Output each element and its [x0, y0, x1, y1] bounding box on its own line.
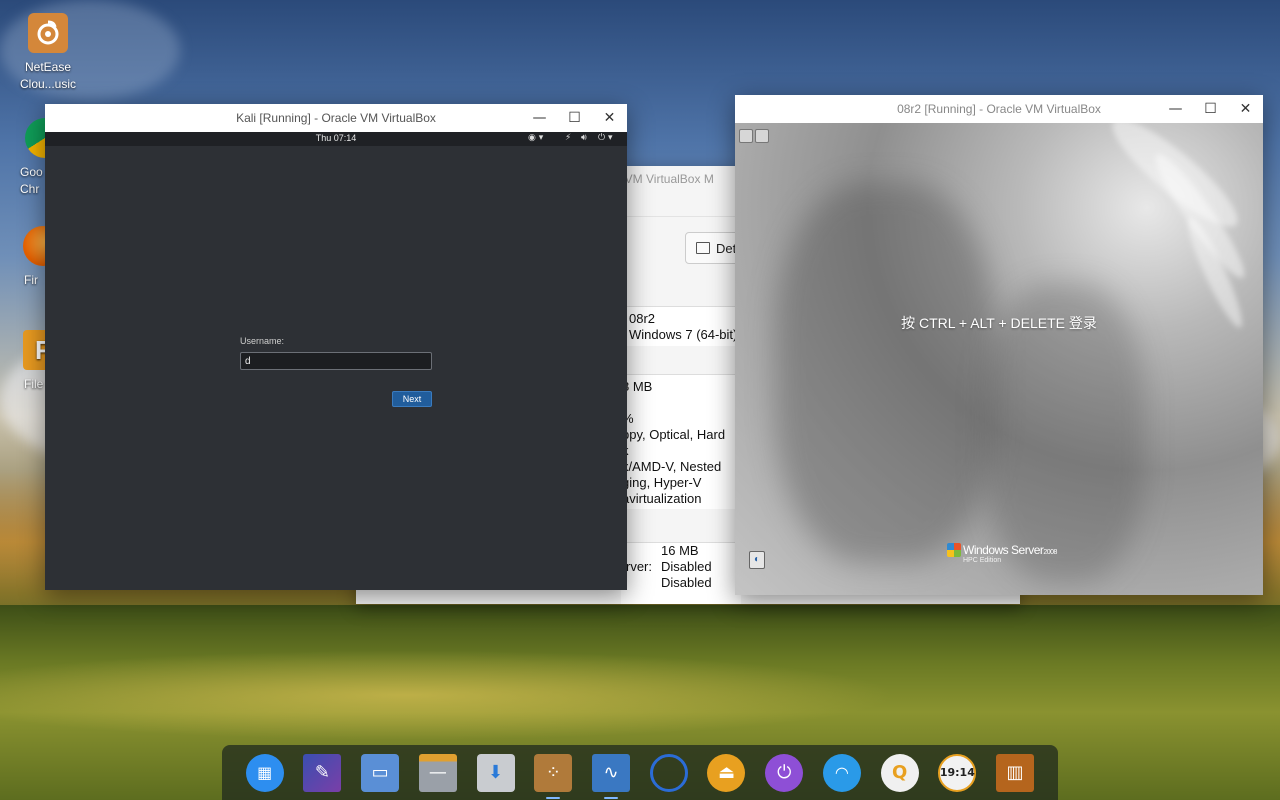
details-icon — [696, 242, 710, 254]
logo-product: Windows Server — [963, 543, 1044, 557]
logo-name: Windows Server2008 — [963, 543, 1057, 557]
logo-edition: HPC Edition — [963, 557, 1002, 564]
vm-os: Windows 7 (64-bit) — [629, 327, 738, 342]
kali-window-controls: — ☐ ✕ — [522, 104, 627, 132]
virtualbox-icon: ⁘ — [534, 753, 573, 792]
dock-clock[interactable]: 19:14 — [936, 752, 978, 794]
app-store-icon: ⬇ — [476, 753, 515, 792]
vm-name: 08r2 — [629, 311, 656, 326]
dock-screenshot[interactable]: ✎ — [301, 752, 343, 794]
win08-vm-screen[interactable]: 按 CTRL + ALT + DELETE 登录 Windows Server2… — [735, 123, 1263, 595]
dock-app-store[interactable]: ⬇ — [475, 752, 517, 794]
dock-disk-eject[interactable]: ⏏ — [705, 752, 747, 794]
kali-vm-screen[interactable]: Thu 07:14 ◉ ▾ ⚡ 🔊︎ ⏻ ▾ Username: Next — [45, 132, 627, 590]
qq-icon: Q — [880, 753, 919, 792]
wifi-icon: ◠ — [822, 753, 861, 792]
win08-titlebar[interactable]: 08r2 [Running] - Oracle VM VirtualBox — … — [735, 95, 1263, 123]
running-indicator — [546, 796, 561, 799]
clock-icon: 19:14 — [938, 753, 977, 792]
screenshot-icon: ✎ — [303, 753, 342, 792]
details-button-label: Det — [716, 240, 737, 256]
dock-launcher[interactable]: ▦ — [244, 752, 286, 794]
username-label: Username: — [240, 336, 285, 346]
dock-virtualbox[interactable]: ⁘ — [532, 752, 574, 799]
dock-file-manager[interactable]: — — [417, 752, 459, 794]
wallpaper-wave — [775, 183, 995, 563]
next-button[interactable]: Next — [392, 391, 432, 407]
system-accel-3: avirtualization — [622, 491, 702, 506]
maximize-icon[interactable]: ☐ — [1193, 95, 1228, 123]
power-icon: ⏻ — [765, 753, 804, 792]
multitasking-icon: ▭ — [361, 753, 400, 792]
dock: ▦ ✎ ▭ — ⬇ ⁘ ∿ ⏏ ⏻ ◠ Q 19:14 ▥ — [222, 745, 1058, 800]
kali-top-bar: Thu 07:14 ◉ ▾ ⚡ 🔊︎ ⏻ ▾ — [45, 132, 627, 146]
display-video-memory: 16 MB — [661, 543, 699, 558]
network-icon[interactable]: ⚡ — [565, 133, 571, 143]
power-icon[interactable]: ⏻ ▾ — [598, 133, 613, 143]
minimize-icon[interactable]: — — [522, 104, 557, 132]
minimize-icon[interactable]: — — [1158, 95, 1193, 123]
windows-flag-icon — [947, 543, 961, 557]
display-value-2: Disabled — [661, 559, 712, 574]
accessibility-icon[interactable]: ◉ ▾ — [528, 133, 543, 143]
launcher-icon: ▦ — [245, 753, 284, 792]
kali-window-title: Kali [Running] - Oracle VM VirtualBox — [236, 111, 436, 125]
vm-toolbar-button[interactable] — [739, 129, 753, 143]
netease-music-icon — [28, 13, 68, 53]
dock-qq[interactable]: Q — [879, 752, 921, 794]
close-icon[interactable]: ✕ — [592, 104, 627, 132]
dock-multitasking[interactable]: ▭ — [359, 752, 401, 794]
trash-icon: ▥ — [996, 753, 1035, 792]
system-accel-2: ging, Hyper-V — [622, 475, 702, 490]
desktop-icon-netease[interactable]: NetEase Clou...usic — [5, 13, 91, 93]
display-label: rver: — [626, 559, 652, 574]
file-manager-icon: — — [418, 753, 457, 792]
system-boot-order-1: ppy, Optical, Hard — [622, 427, 726, 442]
running-indicator — [604, 796, 619, 799]
username-input[interactable] — [240, 352, 432, 370]
vm-toolbar-button[interactable] — [755, 129, 769, 143]
dock-power[interactable]: ⏻ — [763, 752, 805, 794]
win08-vm-window[interactable]: 08r2 [Running] - Oracle VM VirtualBox — … — [735, 95, 1263, 595]
dock-browser[interactable] — [648, 752, 690, 794]
wallpaper-meadow-light — [0, 650, 900, 740]
kali-titlebar[interactable]: Kali [Running] - Oracle VM VirtualBox — … — [45, 104, 627, 132]
eject-icon: ⏏ — [707, 753, 746, 792]
system-accel-1: x/AMD-V, Nested — [622, 459, 722, 474]
login-prompt: 按 CTRL + ALT + DELETE 登录 — [901, 315, 1097, 331]
win08-window-title: 08r2 [Running] - Oracle VM VirtualBox — [897, 102, 1101, 116]
dock-system-monitor[interactable]: ∿ — [590, 752, 632, 799]
volume-icon[interactable]: 🔊︎ — [581, 133, 587, 143]
browser-icon — [649, 753, 688, 792]
display-value-3: Disabled — [661, 575, 712, 590]
close-icon[interactable]: ✕ — [1228, 95, 1263, 123]
system-monitor-icon: ∿ — [592, 753, 631, 792]
win08-window-controls: — ☐ ✕ — [1158, 95, 1263, 123]
dock-wifi[interactable]: ◠ — [821, 752, 863, 794]
logo-year: 2008 — [1043, 549, 1057, 556]
kali-vm-window[interactable]: Kali [Running] - Oracle VM VirtualBox — … — [45, 104, 627, 590]
desktop-icon-label: NetEase Clou...usic — [19, 60, 77, 91]
maximize-icon[interactable]: ☐ — [557, 104, 592, 132]
ease-of-access-icon[interactable]: ◐ — [749, 551, 765, 569]
dock-trash[interactable]: ▥ — [994, 752, 1036, 794]
